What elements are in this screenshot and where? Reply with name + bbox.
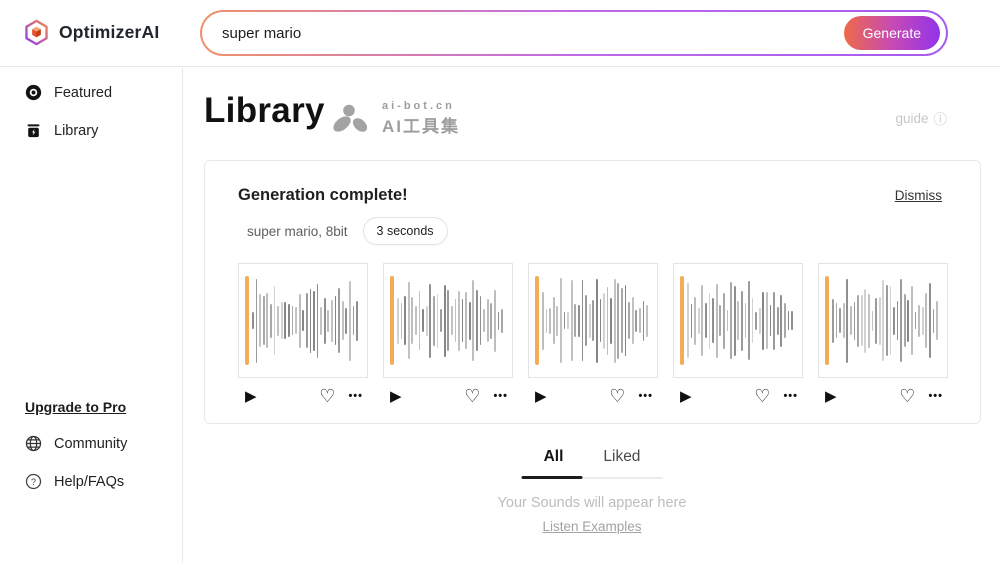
play-button[interactable]: ▶ xyxy=(535,389,547,404)
library-icon xyxy=(25,122,42,139)
generate-button[interactable]: Generate xyxy=(844,16,940,50)
tab-liked[interactable]: Liked xyxy=(603,448,640,476)
sidebar-item-help[interactable]: ? Help/FAQs xyxy=(25,473,124,490)
playhead-bar xyxy=(245,276,249,365)
watermark-logo-icon xyxy=(332,104,374,134)
guide-link[interactable]: guide ⓘ xyxy=(895,108,947,128)
waveform-tile[interactable] xyxy=(673,263,803,378)
featured-icon xyxy=(25,84,42,101)
more-options-button[interactable]: ••• xyxy=(348,391,363,402)
like-button[interactable]: ♡ xyxy=(464,387,480,405)
play-button[interactable]: ▶ xyxy=(245,389,257,404)
tab-track xyxy=(522,477,663,479)
brand-name: OptimizerAI xyxy=(59,22,159,43)
card-subheader: super mario, 8bit 3 seconds xyxy=(247,217,980,245)
watermark-line1: ai-bot.cn xyxy=(382,100,460,112)
page-title: Library xyxy=(204,91,325,131)
waveform-tile[interactable] xyxy=(528,263,658,378)
like-button[interactable]: ♡ xyxy=(899,387,915,405)
tile-controls: ▶ ♡ ••• xyxy=(528,387,658,405)
play-button[interactable]: ▶ xyxy=(825,389,837,404)
prompt-bar: Generate xyxy=(200,10,948,56)
sidebar-item-label: Help/FAQs xyxy=(54,474,124,490)
watermark-line2: AI工具集 xyxy=(382,112,460,137)
sidebar-item-label: Community xyxy=(54,436,127,452)
guide-label: guide xyxy=(895,111,928,126)
sidebar-item-community[interactable]: Community xyxy=(25,435,127,452)
main-content: Library ai-bot.cn AI工具集 guide ⓘ Generati… xyxy=(184,68,1000,563)
more-options-button[interactable]: ••• xyxy=(783,391,798,402)
tile-controls: ▶ ♡ ••• xyxy=(238,387,368,405)
waveform-bars xyxy=(397,272,507,369)
waveform-row xyxy=(238,263,980,378)
tile-controls-row: ▶ ♡ ••• ▶ ♡ ••• ▶ ♡ ••• ▶ ♡ ••• ▶ ♡ ••• xyxy=(238,387,980,405)
globe-icon xyxy=(25,435,42,452)
brand-logo-icon xyxy=(23,19,50,46)
playhead-bar xyxy=(680,276,684,365)
waveform-tile[interactable] xyxy=(818,263,948,378)
card-header: Generation complete! Dismiss xyxy=(238,186,942,205)
playhead-bar xyxy=(825,276,829,365)
playhead-bar xyxy=(390,276,394,365)
play-button[interactable]: ▶ xyxy=(390,389,402,404)
watermark-text: ai-bot.cn AI工具集 xyxy=(382,100,460,137)
play-button[interactable]: ▶ xyxy=(680,389,692,404)
more-options-button[interactable]: ••• xyxy=(928,391,943,402)
tab-active-indicator xyxy=(522,476,583,479)
sidebar-item-label: Featured xyxy=(54,85,112,101)
waveform-tile[interactable] xyxy=(383,263,513,378)
playhead-bar xyxy=(535,276,539,365)
generation-card: Generation complete! Dismiss super mario… xyxy=(204,160,981,424)
info-icon: ⓘ xyxy=(934,108,948,128)
more-options-button[interactable]: ••• xyxy=(493,391,508,402)
waveform-bars xyxy=(252,272,362,369)
examples-link-wrap: Listen Examples xyxy=(184,519,1000,534)
duration-badge: 3 seconds xyxy=(363,217,448,245)
brand: OptimizerAI xyxy=(23,19,159,46)
more-options-button[interactable]: ••• xyxy=(638,391,653,402)
dismiss-link[interactable]: Dismiss xyxy=(895,188,942,203)
empty-state-text: Your Sounds will appear here xyxy=(184,495,1000,511)
sidebar-item-featured[interactable]: Featured xyxy=(25,84,112,101)
sidebar-item-label: Library xyxy=(54,123,98,139)
waveform-bars xyxy=(687,272,797,369)
waveform-bars xyxy=(542,272,652,369)
sidebar: Featured Library Upgrade to Pro Communit… xyxy=(0,68,183,563)
sidebar-item-library[interactable]: Library xyxy=(25,122,98,139)
tab-bar: All Liked xyxy=(184,448,1000,476)
tile-controls: ▶ ♡ ••• xyxy=(383,387,513,405)
card-title: Generation complete! xyxy=(238,186,408,205)
like-button[interactable]: ♡ xyxy=(319,387,335,405)
top-bar: OptimizerAI Generate xyxy=(0,0,1000,67)
tile-controls: ▶ ♡ ••• xyxy=(673,387,803,405)
prompt-input[interactable] xyxy=(222,25,844,42)
like-button[interactable]: ♡ xyxy=(754,387,770,405)
tile-controls: ▶ ♡ ••• xyxy=(818,387,948,405)
watermark: ai-bot.cn AI工具集 xyxy=(332,100,460,137)
help-icon: ? xyxy=(25,473,42,490)
prompt-summary: super mario, 8bit xyxy=(247,224,348,239)
listen-examples-link[interactable]: Listen Examples xyxy=(542,519,641,534)
like-button[interactable]: ♡ xyxy=(609,387,625,405)
upgrade-to-pro-link[interactable]: Upgrade to Pro xyxy=(25,399,126,415)
tab-all[interactable]: All xyxy=(544,448,564,476)
svg-text:?: ? xyxy=(31,477,36,487)
waveform-bars xyxy=(832,272,942,369)
waveform-tile[interactable] xyxy=(238,263,368,378)
